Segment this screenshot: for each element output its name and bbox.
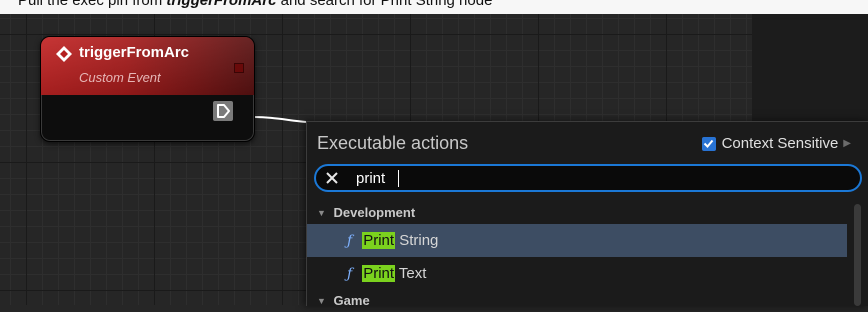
context-sensitive-label: Context Sensitive bbox=[721, 135, 839, 152]
category-label: Game bbox=[333, 293, 370, 308]
delegate-pin[interactable] bbox=[234, 63, 244, 73]
menu-title: Executable actions bbox=[317, 133, 469, 153]
match-highlight: Print bbox=[362, 265, 396, 282]
action-list: ▼ Development ƒ Print String ƒ Print Text … bbox=[307, 202, 847, 312]
function-icon: ƒ bbox=[347, 266, 353, 282]
custom-event-node[interactable]: triggerFromArc Custom Event bbox=[40, 36, 255, 142]
scrollbar[interactable] bbox=[854, 204, 861, 306]
exec-output-pin[interactable] bbox=[213, 101, 233, 121]
instruction-banner: Pull the exec pin from triggerFromArc an… bbox=[0, 0, 868, 14]
checkbox-checked-icon[interactable] bbox=[701, 136, 716, 151]
action-label-rest: Text bbox=[395, 265, 427, 282]
action-print-text[interactable]: ƒ Print Text bbox=[307, 257, 847, 290]
clear-search-icon[interactable] bbox=[325, 171, 339, 185]
action-print-string[interactable]: ƒ Print String bbox=[307, 224, 847, 257]
event-diamond-icon bbox=[56, 46, 72, 62]
text-caret bbox=[398, 170, 399, 187]
collapse-triangle-icon[interactable]: ▼ bbox=[317, 202, 326, 224]
action-label-rest: String bbox=[395, 232, 439, 249]
instruction-prefix: Pull the exec pin from bbox=[18, 0, 163, 9]
category-development[interactable]: ▼ Development bbox=[307, 202, 847, 224]
collapse-triangle-icon[interactable]: ▼ bbox=[317, 290, 326, 312]
instruction-suffix: and search for Print String node bbox=[280, 0, 493, 9]
search-box[interactable] bbox=[314, 164, 862, 192]
context-sensitive-toggle[interactable]: Context Sensitive ▶ bbox=[701, 135, 851, 152]
node-title: triggerFromArc bbox=[79, 44, 190, 61]
chevron-right-icon[interactable]: ▶ bbox=[843, 138, 851, 149]
function-icon: ƒ bbox=[347, 233, 353, 249]
node-subtitle: Custom Event bbox=[79, 70, 161, 85]
instruction-bold: triggerFromArc bbox=[166, 0, 277, 9]
search-input[interactable] bbox=[356, 168, 836, 188]
match-highlight: Print bbox=[362, 232, 396, 249]
action-menu: Executable actions Context Sensitive ▶ ▼… bbox=[306, 121, 868, 308]
category-game[interactable]: ▼ Game bbox=[307, 290, 847, 312]
category-label: Development bbox=[333, 205, 416, 220]
